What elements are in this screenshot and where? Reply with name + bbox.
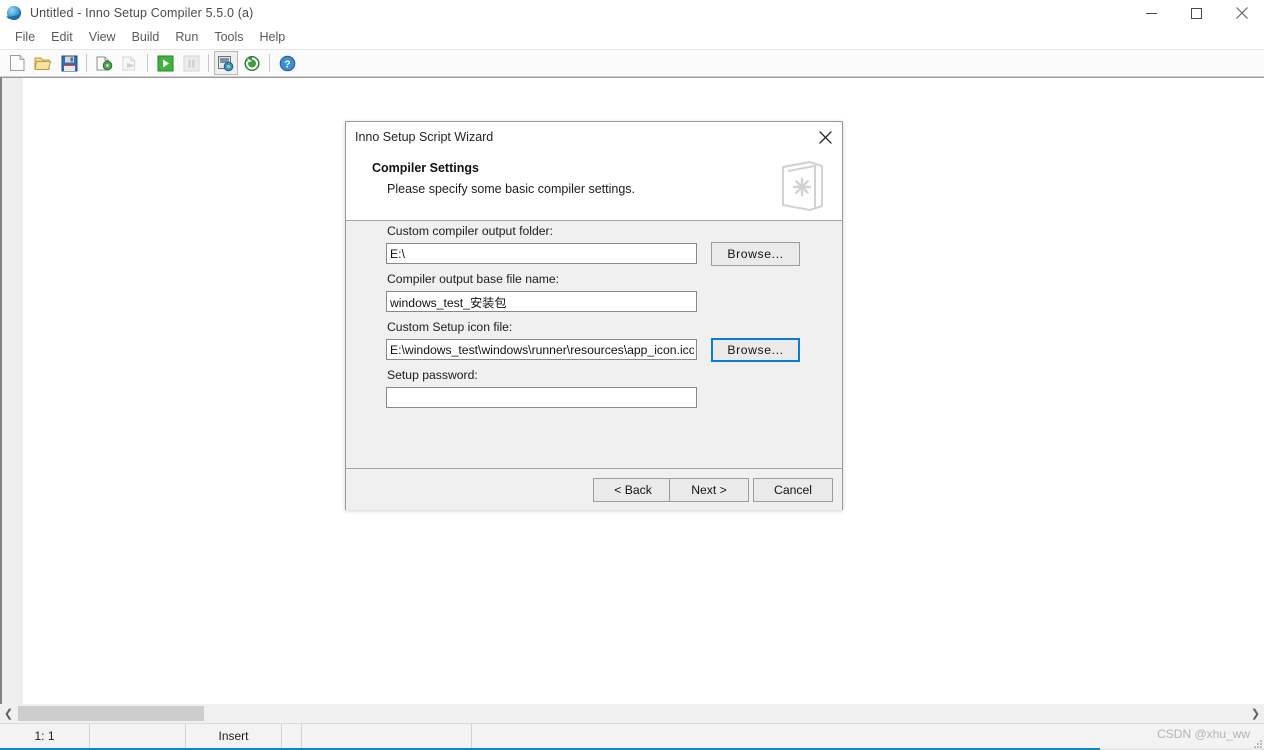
svg-text:?: ? xyxy=(284,58,290,70)
editor-gutter xyxy=(2,78,24,704)
save-file-icon[interactable] xyxy=(57,51,81,75)
next-button[interactable]: Next > xyxy=(669,478,749,502)
dialog-body: Custom compiler output folder: Browse...… xyxy=(346,222,842,468)
horizontal-scrollbar[interactable]: ❮ ❯ xyxy=(0,704,1264,723)
close-icon[interactable] xyxy=(812,124,838,150)
status-cell-empty-2 xyxy=(282,723,302,749)
statusbar: 1: 1 Insert CSDN @xhu_ww xyxy=(0,723,1264,749)
minimize-icon[interactable] xyxy=(1129,0,1174,26)
dialog-header-title: Compiler Settings xyxy=(372,161,479,175)
menu-item-build[interactable]: Build xyxy=(124,28,168,46)
dialog-titlebar: Inno Setup Script Wizard xyxy=(346,122,842,152)
status-cell-empty-1 xyxy=(90,723,186,749)
input-compiler-output-base-file-name[interactable] xyxy=(386,291,697,312)
reload-icon[interactable] xyxy=(240,51,264,75)
toolbar: ? xyxy=(0,49,1264,77)
dialog-title: Inno Setup Script Wizard xyxy=(355,130,494,144)
toolbar-separator xyxy=(86,54,87,72)
menu-item-file[interactable]: File xyxy=(7,28,43,46)
input-setup-password[interactable] xyxy=(386,387,697,408)
inno-setup-script-wizard-dialog: Inno Setup Script Wizard Compiler Settin… xyxy=(345,121,843,510)
menu-item-tools[interactable]: Tools xyxy=(206,28,251,46)
back-button[interactable]: < Back xyxy=(593,478,673,502)
status-insert-mode: Insert xyxy=(186,723,282,749)
label-custom-compiler-output-folder: Custom compiler output folder: xyxy=(387,224,553,238)
inno-setup-compiler-window: Untitled - Inno Setup Compiler 5.5.0 (a)… xyxy=(0,0,1264,750)
scroll-left-icon[interactable]: ❮ xyxy=(0,704,17,723)
label-custom-setup-icon-file: Custom Setup icon file: xyxy=(387,320,513,334)
menu-item-help[interactable]: Help xyxy=(252,28,294,46)
target-setup-icon[interactable] xyxy=(214,51,238,75)
close-icon[interactable] xyxy=(1219,0,1264,26)
toolbar-separator xyxy=(269,54,270,72)
menu-item-edit[interactable]: Edit xyxy=(43,28,81,46)
resize-grip-icon[interactable] xyxy=(1252,738,1262,748)
status-cell-empty-3 xyxy=(302,723,472,749)
dialog-header: Compiler Settings Please specify some ba… xyxy=(346,152,842,221)
window-title: Untitled - Inno Setup Compiler 5.5.0 (a) xyxy=(30,6,254,20)
inno-setup-globe-icon xyxy=(5,5,23,21)
status-cell-empty-4: CSDN @xhu_ww xyxy=(472,724,1264,749)
maximize-icon[interactable] xyxy=(1174,0,1219,26)
new-file-icon[interactable] xyxy=(5,51,29,75)
compile-icon[interactable] xyxy=(92,51,116,75)
menu-item-run[interactable]: Run xyxy=(167,28,206,46)
scroll-right-icon[interactable]: ❯ xyxy=(1247,704,1264,723)
menubar: File Edit View Build Run Tools Help xyxy=(0,26,1264,48)
input-custom-setup-icon-file[interactable] xyxy=(386,339,697,360)
browse-button-setup-icon-file[interactable]: Browse... xyxy=(711,338,800,362)
window-controls xyxy=(1129,0,1264,26)
scrollbar-track[interactable] xyxy=(17,704,1247,723)
label-compiler-output-base-file-name: Compiler output base file name: xyxy=(387,272,560,286)
dialog-footer: < Back Next > Cancel xyxy=(346,468,842,510)
watermark-text: CSDN @xhu_ww xyxy=(1157,726,1250,741)
pause-icon xyxy=(179,51,203,75)
label-setup-password: Setup password: xyxy=(387,368,478,382)
status-cursor-position: 1: 1 xyxy=(0,723,90,749)
menu-item-view[interactable]: View xyxy=(81,28,124,46)
cancel-button[interactable]: Cancel xyxy=(753,478,833,502)
browse-button-output-folder[interactable]: Browse... xyxy=(711,242,800,266)
open-file-icon[interactable] xyxy=(31,51,55,75)
toolbar-separator xyxy=(147,54,148,72)
scrollbar-thumb[interactable] xyxy=(18,706,204,721)
toolbar-separator xyxy=(208,54,209,72)
window-titlebar: Untitled - Inno Setup Compiler 5.5.0 (a) xyxy=(0,0,1264,26)
wizard-book-icon xyxy=(774,157,829,215)
run-icon[interactable] xyxy=(153,51,177,75)
dialog-header-subtitle: Please specify some basic compiler setti… xyxy=(387,182,636,196)
input-custom-compiler-output-folder[interactable] xyxy=(386,243,697,264)
help-icon[interactable]: ? xyxy=(275,51,299,75)
stop-compile-icon xyxy=(118,51,142,75)
